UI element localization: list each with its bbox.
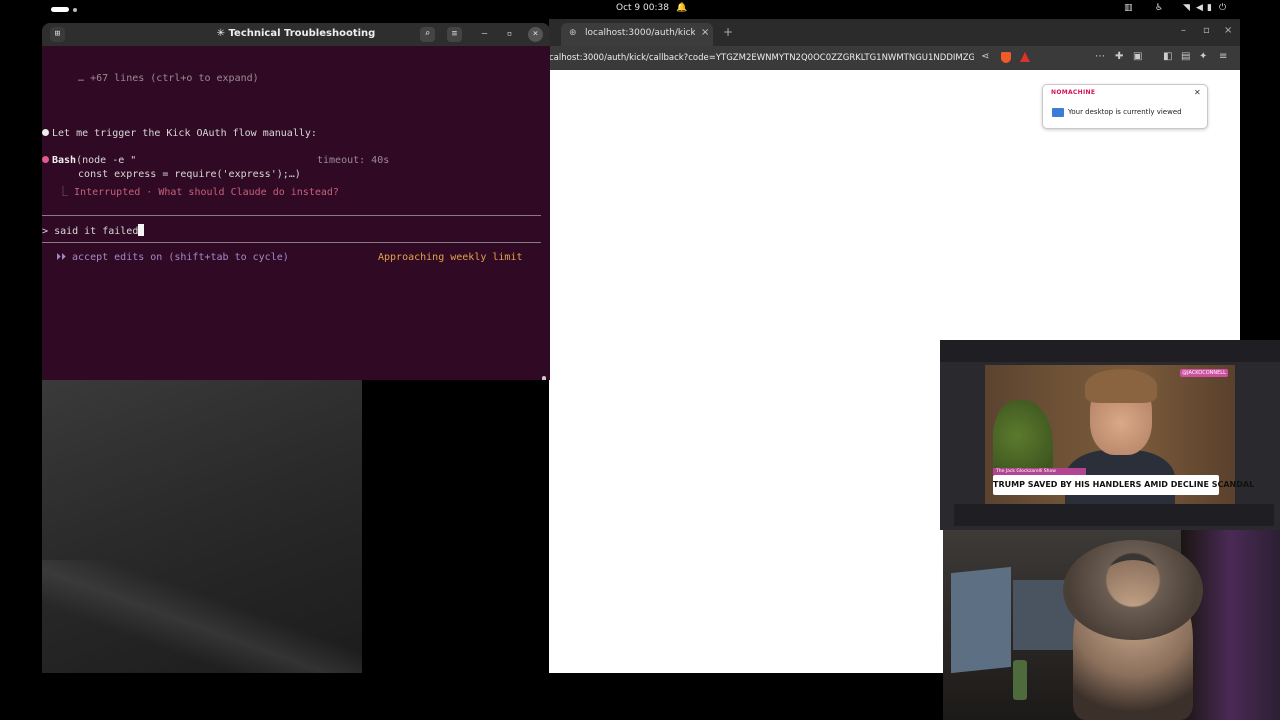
lower-third: The Jack Glockzarelli Show TRUMP SAVED B… [993,468,1255,495]
workspace-dot[interactable] [73,8,77,12]
stream-browser-chrome [940,340,1280,362]
assistant-message: Let me trigger the Kick OAuth flow manua… [42,128,317,139]
menu-icon[interactable]: ≡ [1219,51,1227,62]
brave-shield-icon[interactable] [1001,52,1011,63]
more-icon[interactable]: ⋯ [1095,51,1105,62]
system-top-bar: Oct 9 00:38 🔔 ▥ ♿ ◥ ◀ ▮ ⏻ [0,0,1280,19]
code-line: const express = require('express');…) [66,169,301,180]
expand-hint: … +67 lines (ctrl+o to expand) [66,73,259,84]
close-icon[interactable]: × [528,27,543,42]
activities-indicator[interactable] [51,7,69,12]
wallpaper-stroke [42,560,362,673]
terminal-title-text: Technical Troubleshooting [228,28,376,39]
power-icon[interactable]: ⏻ [1219,3,1226,13]
prompt-line[interactable]: > said it failed [42,224,145,237]
vpn-icon[interactable]: ▤ [1181,51,1190,62]
url-field[interactable]: calhost:3000/auth/kick/callback?code=YTG… [549,51,974,65]
maximize-icon[interactable]: ▫ [1203,25,1210,36]
lower-third-headline: TRUMP SAVED BY HIS HANDLERS AMID DECLINE… [993,480,1255,489]
terminal-window: ⊞ ✳ Technical Troubleshooting ⌕ ≡ – ▫ × … [42,23,550,380]
volume-icon[interactable]: ◀ [1196,3,1203,13]
new-tab-icon[interactable]: + [723,25,733,39]
wifi-icon[interactable]: ◥ [1183,3,1190,13]
input-bottom-rule [42,242,541,243]
address-bar: calhost:3000/auth/kick/callback?code=YTG… [549,46,1240,70]
bottle [1013,660,1027,700]
webcam-overlay [943,530,1280,720]
stream-info-bar [954,504,1274,526]
search-icon[interactable]: ⌕ [420,27,435,42]
background-monitor [951,566,1011,674]
show-badge: @JACKOCONNELL [1180,369,1228,377]
host-hair [1085,369,1157,403]
browser-tab-strip: ⊕ localhost:3000/auth/kick/ × + – ▫ × [549,19,1240,46]
terminal-title: ✳ Technical Troubleshooting [42,28,550,39]
weekly-limit-warning: Approaching weekly limit [378,252,523,263]
input-top-rule [42,215,541,216]
tool-name: Bash [52,155,77,166]
terminal-title-prefix: ✳ [216,28,226,39]
maximize-icon[interactable]: ▫ [502,27,517,42]
globe-icon: ⊕ [569,28,577,38]
notification-close-icon[interactable]: ✕ [1194,88,1201,97]
extensions-icon[interactable]: ✚ [1115,51,1123,62]
streamer-hood [1063,540,1203,640]
terminal-header: ⊞ ✳ Technical Troubleshooting ⌕ ≡ – ▫ × [42,23,550,46]
tool-timeout: timeout: 40s [317,155,390,166]
prompt-input[interactable]: said it failed [54,226,138,237]
accessibility-icon[interactable]: ♿ [1155,3,1163,13]
accept-edits-status: ⏵⏵ accept edits on (shift+tab to cycle) [56,252,289,263]
prompt-char: > [42,226,49,237]
battery-icon[interactable]: ▮ [1207,3,1212,13]
clock[interactable]: Oct 9 00:38 [616,3,669,13]
minimize-icon[interactable]: – [477,27,492,42]
wallet-icon[interactable]: ▣ [1133,51,1142,62]
interrupted-line: ⎿ Interrupted · What should Claude do in… [58,187,339,198]
bell-icon: 🔔 [676,3,688,13]
close-window-icon[interactable]: × [1224,25,1232,36]
monitor-icon [1052,108,1064,117]
rgb-lighting [1181,530,1280,720]
nomachine-notification: NOMACHINE ✕ Your desktop is currently vi… [1042,84,1208,129]
leo-icon[interactable]: ✦ [1199,51,1207,62]
message-bullet-icon [42,129,49,136]
tool-call-line: Bash(node -e " [42,155,136,166]
share-icon[interactable]: ⋖ [981,51,989,62]
lower-third-tag: The Jack Glockzarelli Show [993,468,1086,475]
tab-title: localhost:3000/auth/kick/ [585,28,695,38]
close-tab-icon[interactable]: × [701,27,709,38]
brave-rewards-icon[interactable] [1020,52,1030,62]
terminal-body[interactable]: … +67 lines (ctrl+o to expand) Let me tr… [42,46,550,380]
tool-call: (node -e " [76,155,137,166]
notification-message: Your desktop is currently viewed [1068,108,1182,116]
stream-overlay: @JACKOCONNELL The Jack Glockzarelli Show… [940,340,1280,530]
menu-icon[interactable]: ≡ [447,27,462,42]
network-icon[interactable]: ▥ [1124,3,1133,13]
nomachine-brand: NOMACHINE [1051,89,1096,96]
tab-localhost[interactable]: ⊕ localhost:3000/auth/kick/ × [561,23,713,46]
sidebar-icon[interactable]: ◧ [1163,51,1172,62]
tool-bullet-icon [42,156,49,163]
terminal-scrollbar[interactable] [542,376,546,380]
minimize-icon[interactable]: – [1181,25,1186,36]
text-cursor [138,224,145,236]
